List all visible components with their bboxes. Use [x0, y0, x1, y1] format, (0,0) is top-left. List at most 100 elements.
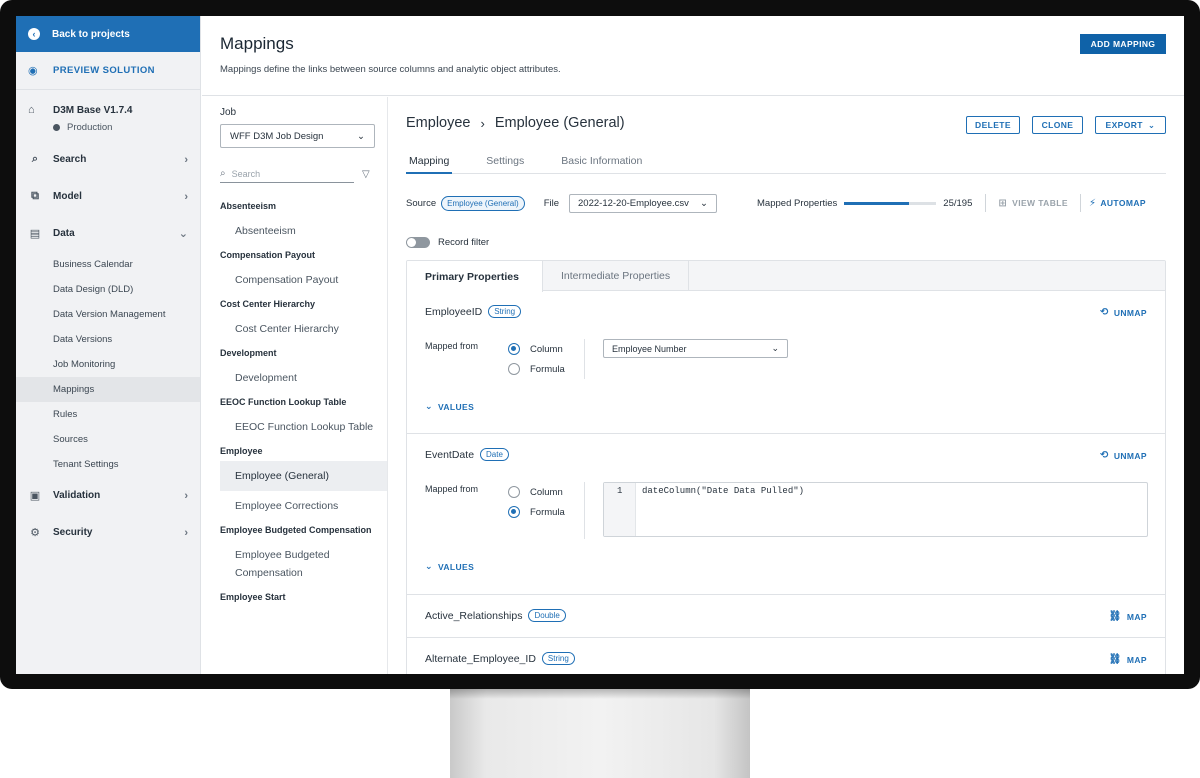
sidebar-item-tenant-settings[interactable]: Tenant Settings	[16, 452, 200, 477]
page-header: Mappings Mappings define the links betwe…	[202, 16, 1184, 96]
breadcrumb-separator: ›	[480, 115, 485, 131]
chevron-down-icon: ⌄	[178, 228, 188, 240]
property-name: EventDate Date	[425, 448, 509, 461]
properties-tabs: Primary Properties Intermediate Properti…	[407, 261, 1165, 292]
mapped-progress-bar	[844, 201, 937, 205]
sidebar-item-data-design-dld[interactable]: Data Design (DLD)	[16, 277, 200, 302]
formula-editor[interactable]: 1 dateColumn("Date Data Pulled")	[603, 482, 1148, 537]
gear-icon: ⚙	[30, 527, 40, 539]
link-icon: ⛓	[1108, 654, 1122, 665]
radio-column-label: Column	[530, 343, 563, 355]
nav-validation[interactable]: ▣ Validation ›	[16, 477, 200, 514]
unmap-button[interactable]: ⟲ UNMAP	[1100, 450, 1147, 461]
map-button[interactable]: ⛓ MAP	[1109, 611, 1147, 622]
radio-column-label: Column	[530, 486, 563, 498]
record-filter-row: Record filter	[406, 237, 489, 248]
hierarchy-icon: ⧉	[31, 190, 39, 202]
nav-search[interactable]: ⌕ Search ›	[16, 141, 200, 178]
property-active-relationships: Active_Relationships Double ⛓ MAP	[407, 595, 1165, 638]
sidebar-item-business-calendar[interactable]: Business Calendar	[16, 252, 200, 277]
eye-icon: ◉	[28, 65, 38, 77]
radio-formula[interactable]: Formula	[508, 363, 565, 375]
mapped-count: 25/195	[943, 197, 973, 209]
tab-mapping[interactable]: Mapping	[406, 152, 453, 174]
sidebar-item-data-version-management[interactable]: Data Version Management	[16, 302, 200, 327]
chevron-down-icon: ⌄	[425, 401, 433, 411]
column-select[interactable]: Employee Number ⌄	[603, 339, 788, 358]
mapping-list-item[interactable]: Development	[220, 363, 387, 393]
chevron-down-icon: ⌄	[700, 197, 709, 209]
sidebar-item-job-monitoring[interactable]: Job Monitoring	[16, 352, 200, 377]
nav-model[interactable]: ⧉ Model ›	[16, 178, 200, 215]
mapping-list-item[interactable]: Compensation Payout	[220, 265, 387, 295]
nav-data[interactable]: ▤ Data ⌄	[16, 215, 200, 252]
radio-formula-label: Formula	[530, 363, 565, 375]
unmap-button[interactable]: ⟲ UNMAP	[1100, 307, 1147, 318]
sidebar-item-mappings[interactable]: Mappings	[16, 377, 200, 402]
mapping-detail: Employee › Employee (General) DELETE CLO…	[406, 97, 1166, 674]
radio-button	[508, 506, 520, 518]
property-name-text: Alternate_Employee_ID	[425, 652, 536, 665]
map-button[interactable]: ⛓ MAP	[1109, 654, 1147, 665]
magic-wand-icon: ⚡	[1088, 197, 1097, 209]
mapping-search-input[interactable]: ⌕ Search	[220, 165, 354, 183]
preview-solution-button[interactable]: ◉ PREVIEW SOLUTION	[16, 52, 200, 90]
tab-intermediate-properties[interactable]: Intermediate Properties	[543, 261, 690, 290]
property-alternate-employee-id: Alternate_Employee_ID String ⛓ MAP	[407, 638, 1165, 674]
values-toggle[interactable]: ⌄ VALUES	[425, 401, 474, 412]
solution-info: ⌂ D3M Base V1.7.4 Production	[16, 90, 200, 141]
type-badge: String	[541, 652, 575, 665]
breadcrumb-parent[interactable]: Employee	[406, 115, 470, 131]
radio-button	[508, 486, 520, 498]
property-eventdate: EventDate Date ⟲ UNMAP Mapped from Colum…	[407, 434, 1165, 595]
back-to-projects-button[interactable]: ‹ Back to projects	[16, 16, 200, 52]
mapping-list-item[interactable]: EEOC Function Lookup Table	[220, 412, 387, 442]
stand-shadow	[450, 689, 750, 699]
chevron-down-icon: ⌄	[357, 130, 365, 142]
automap-label: AUTOMAP	[1100, 198, 1146, 208]
unmap-label: UNMAP	[1113, 307, 1147, 318]
mapping-list-item[interactable]: Cost Center Hierarchy	[220, 314, 387, 344]
job-label: Job	[220, 107, 237, 118]
sidebar-item-rules[interactable]: Rules	[16, 402, 200, 427]
file-select-value: 2022-12-20-Employee.csv	[578, 197, 689, 209]
radio-column[interactable]: Column	[508, 343, 563, 355]
mapping-list-item[interactable]: Employee Corrections	[220, 491, 387, 521]
record-filter-toggle[interactable]	[406, 237, 430, 248]
export-button[interactable]: EXPORT ⌄	[1095, 116, 1166, 134]
radio-button	[508, 343, 520, 355]
sidebar-item-sources[interactable]: Sources	[16, 427, 200, 452]
tab-settings[interactable]: Settings	[483, 152, 527, 173]
chevron-right-icon: ›	[184, 489, 188, 502]
nav-validation-label: Validation	[53, 490, 101, 501]
automap-button[interactable]: ⚡ AUTOMAP	[1089, 198, 1146, 209]
home-icon: ⌂	[28, 104, 35, 116]
mapping-list-item[interactable]: Employee (General)	[220, 461, 387, 491]
type-badge: Double	[528, 609, 566, 622]
sidebar-item-data-versions[interactable]: Data Versions	[16, 327, 200, 352]
clone-button[interactable]: CLONE	[1032, 116, 1083, 134]
job-select[interactable]: WFF D3M Job Design ⌄	[220, 124, 375, 148]
file-select[interactable]: 2022-12-20-Employee.csv ⌄	[569, 193, 718, 213]
add-mapping-button[interactable]: ADD MAPPING	[1080, 34, 1166, 54]
filter-icon[interactable]: ▽	[362, 169, 370, 180]
nav-security[interactable]: ⚙ Security ›	[16, 514, 200, 551]
link-icon: ⛓	[1108, 611, 1122, 622]
search-placeholder: Search	[231, 168, 261, 179]
delete-button[interactable]: DELETE	[966, 116, 1020, 134]
mapping-list-item[interactable]: Absenteeism	[220, 216, 387, 246]
values-toggle[interactable]: ⌄ VALUES	[425, 561, 474, 572]
mapped-from-label: Mapped from	[425, 341, 479, 351]
mapping-list-item[interactable]: Employee Budgeted Compensation	[220, 540, 387, 588]
mapping-group-header: Absenteeism	[220, 201, 277, 211]
nav-data-label: Data	[53, 228, 75, 239]
detail-tabs: Mapping Settings Basic Information	[406, 152, 1166, 174]
radio-formula[interactable]: Formula	[508, 506, 565, 518]
tab-basic-information[interactable]: Basic Information	[558, 152, 645, 173]
values-label: VALUES	[437, 561, 475, 572]
status-dot	[53, 124, 60, 131]
tab-primary-properties[interactable]: Primary Properties	[407, 261, 543, 292]
radio-column[interactable]: Column	[508, 486, 563, 498]
data-subnav: Business Calendar Data Design (DLD) Data V…	[16, 252, 200, 477]
view-table-button[interactable]: ⊞ VIEW TABLE	[998, 198, 1068, 209]
